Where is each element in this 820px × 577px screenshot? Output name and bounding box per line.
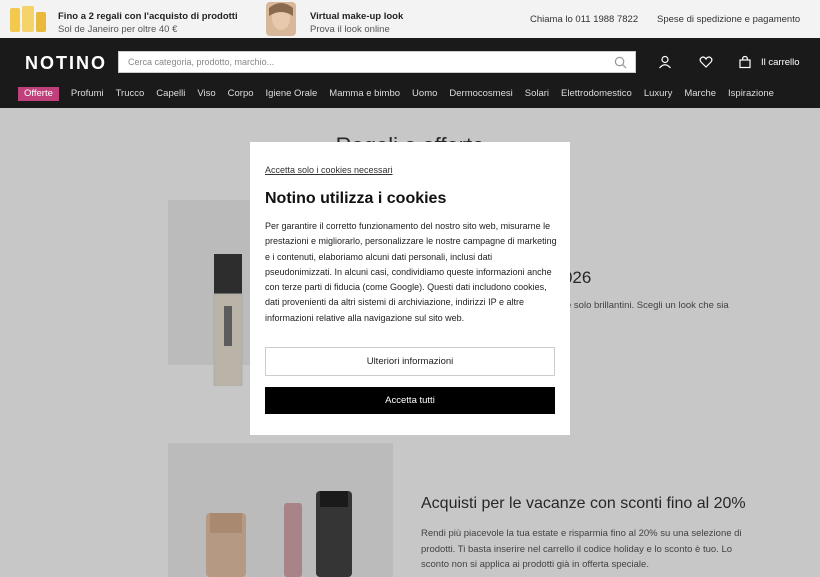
makeup-face-thumbnail[interactable] [266, 2, 296, 36]
phone-link[interactable]: Chiama lo 011 1988 7822 [530, 14, 638, 25]
promo-bar: Fino a 2 regali con l'acquisto di prodot… [0, 0, 820, 38]
promo-gifts-subtitle: Sol de Janeiro per oltre 40 € [58, 24, 178, 35]
cookie-modal-body: Per garantire il corretto funzionamento … [265, 221, 557, 323]
search-input[interactable] [119, 52, 599, 72]
nav-item-marche[interactable]: Marche [678, 87, 722, 101]
cookie-modal-title: Notino utilizza i cookies [265, 190, 447, 207]
promo-makeup-subtitle: Prova il look online [310, 24, 390, 35]
shipping-link[interactable]: Spese di spedizione e pagamento [657, 14, 800, 25]
nav-item-mamma-e-bimbo[interactable]: Mamma e bimbo [323, 87, 406, 101]
promo-gifts[interactable]: Fino a 2 regali con l'acquisto di prodot… [58, 11, 238, 35]
nav-item-trucco[interactable]: Trucco [110, 87, 151, 101]
nav-item-uomo[interactable]: Uomo [406, 87, 443, 101]
heart-icon[interactable] [699, 55, 713, 69]
accept-all-button[interactable]: Accetta tutti [265, 387, 555, 414]
nav-item-elettrodomestico[interactable]: Elettrodomestico [555, 87, 638, 101]
nav-item-luxury[interactable]: Luxury [638, 87, 679, 101]
more-info-button[interactable]: Ulteriori informazioni [265, 347, 555, 376]
cart-icon[interactable] [738, 55, 752, 69]
nav-item-offerte[interactable]: Offerte [18, 87, 59, 101]
site-header: NOTINO Il carrello Offerte Profumi Trucc… [0, 38, 820, 108]
promo-virtual-makeup[interactable]: Virtual make-up look Prova il look onlin… [310, 11, 403, 35]
user-icon[interactable] [658, 55, 672, 69]
cookie-consent-modal: Accetta solo i cookies necessari Notino … [250, 142, 570, 435]
main-nav: Offerte Profumi Trucco Capelli Viso Corp… [18, 87, 780, 101]
nav-item-ispirazione[interactable]: Ispirazione [722, 87, 780, 101]
accept-necessary-link[interactable]: Accetta solo i cookies necessari [265, 165, 393, 175]
nav-item-profumi[interactable]: Profumi [65, 87, 110, 101]
nav-item-igiene-orale[interactable]: Igiene Orale [260, 87, 324, 101]
cart-label[interactable]: Il carrello [761, 57, 800, 68]
promo-product-thumbnail[interactable] [8, 4, 48, 34]
nav-item-corpo[interactable]: Corpo [222, 87, 260, 101]
nav-item-capelli[interactable]: Capelli [150, 87, 191, 101]
nav-item-solari[interactable]: Solari [519, 87, 555, 101]
search-bar [118, 51, 636, 73]
search-icon[interactable] [614, 56, 627, 69]
nav-item-viso[interactable]: Viso [191, 87, 221, 101]
notino-logo[interactable]: NOTINO [25, 53, 107, 74]
promo-makeup-title: Virtual make-up look [310, 11, 404, 22]
promo-gifts-title: Fino a 2 regali con l'acquisto di prodot… [58, 11, 238, 22]
nav-item-dermocosmesi[interactable]: Dermocosmesi [443, 87, 518, 101]
